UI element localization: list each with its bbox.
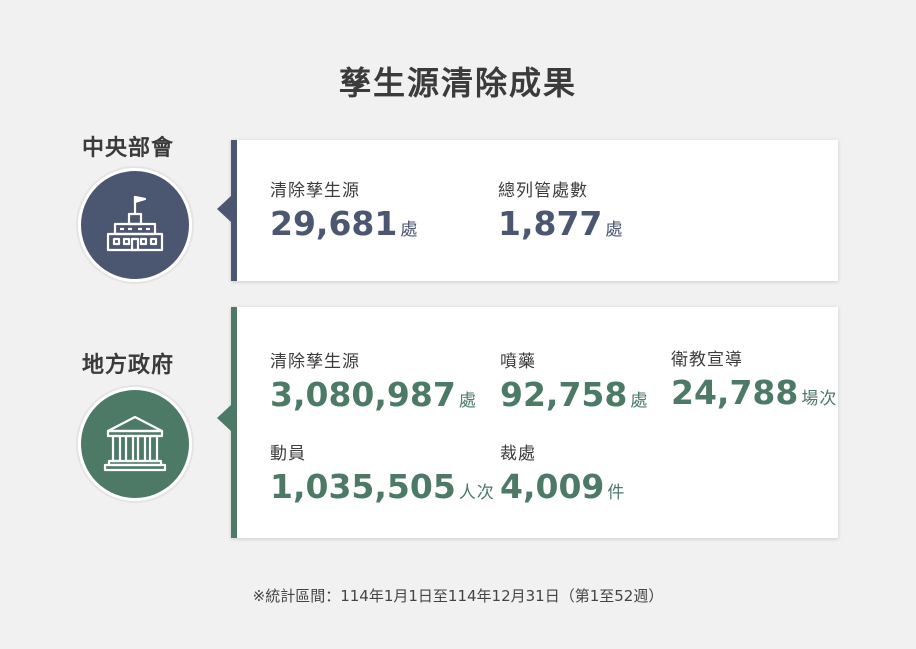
stat-label: 裁處: [500, 444, 536, 464]
central-card: 清除孳生源 29,681 處 總列管處數 1,877 處: [217, 140, 838, 281]
central-stat-cleared: 清除孳生源 29,681 處: [270, 176, 418, 240]
local-stat-mobilization: 動員 1,035,505 人次: [270, 439, 495, 503]
stat-label: 動員: [270, 444, 306, 464]
stat-value: 29,681: [270, 204, 398, 243]
stat-unit: 處: [458, 391, 477, 411]
stat-label: 衛教宣導: [671, 350, 743, 370]
stat-unit: 處: [630, 391, 649, 411]
stat-unit: 人次: [458, 483, 495, 503]
stat-unit: 處: [400, 220, 419, 240]
stat-unit: 件: [607, 483, 626, 503]
local-card: 清除孳生源 3,080,987 處 噴藥 92,758 處 衛教宣導 24,788 場…: [217, 307, 838, 538]
statistics-period-note: ※統計區間：114年1月1日至114年12月31日（第1至52週）: [252, 587, 664, 605]
local-stat-cleared: 清除孳生源 3,080,987 處: [270, 347, 477, 411]
classical-building-icon: [103, 415, 167, 472]
stat-label: 噴藥: [500, 352, 536, 372]
local-emblem: [78, 387, 192, 501]
stat-label: 總列管處數: [498, 181, 588, 201]
stat-value: 4,009: [500, 467, 605, 506]
government-building-icon: [106, 195, 164, 252]
central-emblem: [78, 168, 192, 282]
stat-unit: 處: [605, 220, 624, 240]
stat-label: 清除孳生源: [270, 352, 360, 372]
local-stat-spraying: 噴藥 92,758 處: [500, 347, 648, 411]
stat-value: 24,788: [671, 373, 799, 412]
central-section-label: 中央部會: [82, 136, 175, 161]
local-stat-education: 衛教宣導 24,788 場次: [671, 345, 837, 409]
stat-value: 3,080,987: [270, 375, 456, 414]
local-section-label: 地方政府: [82, 353, 175, 378]
stat-unit: 場次: [801, 389, 838, 409]
stat-value: 1,035,505: [270, 467, 456, 506]
page-title: 孳生源清除成果: [338, 64, 577, 102]
stat-value: 1,877: [498, 204, 603, 243]
local-stat-penalty: 裁處 4,009 件: [500, 439, 625, 503]
stat-value: 92,758: [500, 375, 628, 414]
stat-label: 清除孳生源: [270, 181, 360, 201]
central-stat-managed: 總列管處數 1,877 處: [498, 176, 623, 240]
